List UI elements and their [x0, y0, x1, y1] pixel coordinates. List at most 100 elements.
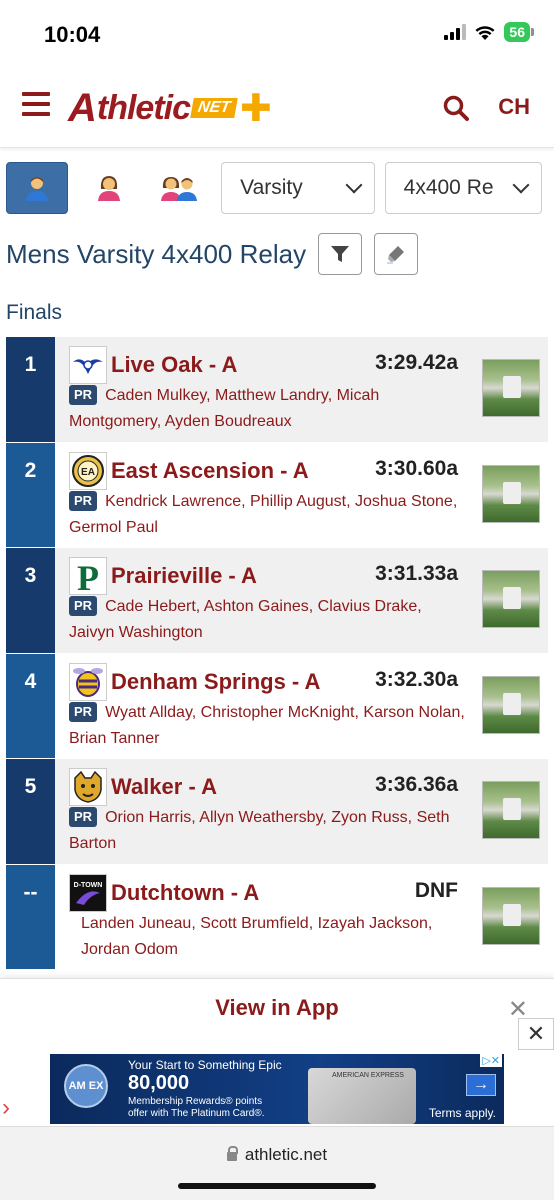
- runners-list: PR Caden Mulkey, Matthew Landry, Micah Mo…: [69, 383, 548, 435]
- pr-badge: PR: [69, 807, 98, 827]
- result-row[interactable]: 4 Denham Springs - A 3:32.30a PR Wyatt Al…: [6, 653, 548, 759]
- team-name-link[interactable]: East Ascension - A: [111, 458, 309, 484]
- lock-icon: [226, 1146, 238, 1161]
- female-person-icon: [97, 176, 120, 201]
- pr-badge: PR: [69, 385, 98, 405]
- ad-chevron-icon: ›: [2, 1094, 10, 1121]
- arrow-right-icon[interactable]: →: [466, 1074, 496, 1096]
- runner-names[interactable]: Kendrick Lawrence, Phillip August, Joshu…: [69, 493, 457, 536]
- browser-address-bar: athletic.net: [0, 1126, 554, 1200]
- advertisement[interactable]: AM EX Your Start to Something Epic 80,00…: [50, 1054, 504, 1124]
- result-mark: 3:29.42a: [375, 351, 458, 374]
- url-field[interactable]: athletic.net: [0, 1145, 554, 1165]
- athletic-net-logo[interactable]: A thletic NET ✚: [68, 84, 272, 132]
- filter-bar: Varsity 4x400 Re: [6, 162, 542, 214]
- yellow-jacket-mascot-icon: [69, 662, 107, 701]
- highlight-button[interactable]: [374, 233, 419, 275]
- ad-terms: Terms apply.: [428, 1106, 496, 1120]
- logo-net-badge: NET: [190, 98, 238, 118]
- runners-list: Landen Juneau, Scott Brumfield, Izayah J…: [69, 911, 548, 963]
- wildcat-mascot-icon: [69, 768, 107, 806]
- race-photo-thumbnail[interactable]: [482, 464, 540, 523]
- status-bar: 10:04 56: [0, 0, 554, 68]
- search-icon[interactable]: [442, 94, 470, 122]
- view-in-app-link[interactable]: View in App: [0, 995, 554, 1021]
- team-logo-icon: P: [69, 557, 107, 595]
- team-logo-icon: EA: [69, 451, 107, 490]
- page-title: Mens Varsity 4x400 Relay: [6, 238, 307, 269]
- level-select-value: Varsity: [240, 176, 303, 199]
- plus-icon: ✚: [240, 87, 272, 130]
- ad-body-line: Membership Rewards® points: [128, 1096, 263, 1107]
- title-row: Mens Varsity 4x400 Relay: [6, 232, 544, 276]
- pr-badge: PR: [69, 701, 98, 722]
- amex-logo: AM EX: [64, 1064, 108, 1108]
- result-row[interactable]: -- D-TOWN Dutchtown - A DNF Landen Junea…: [6, 864, 548, 970]
- runner-names[interactable]: Caden Mulkey, Matthew Landry, Micah Mont…: [69, 387, 379, 430]
- battery-icon: 56: [504, 22, 534, 42]
- svg-text:D-TOWN: D-TOWN: [74, 882, 103, 889]
- team-name-link[interactable]: Walker - A: [111, 774, 217, 800]
- team-name-link[interactable]: Dutchtown - A: [111, 880, 259, 906]
- result-mark: 3:36.36a: [375, 773, 458, 796]
- team-name-link[interactable]: Live Oak - A: [111, 352, 237, 378]
- section-heading: Finals: [6, 301, 63, 324]
- menu-icon[interactable]: [22, 92, 50, 116]
- event-select[interactable]: 4x400 Re: [384, 162, 542, 214]
- pr-badge: PR: [69, 596, 98, 616]
- ad-body: Membership Rewards® points offer with Th…: [128, 1096, 265, 1120]
- marker-icon: [387, 246, 405, 264]
- runner-names[interactable]: Wyatt Allday, Christopher McKnight, Kars…: [69, 704, 465, 747]
- result-row[interactable]: 3 P Prairieville - A 3:31.33a PR Cade Heb…: [6, 548, 548, 654]
- result-mark: DNF: [414, 878, 458, 902]
- result-mark: 3:31.33a: [375, 562, 458, 585]
- result-row[interactable]: 5 Walker - A 3:36.36a PR Orion Harris, Al…: [6, 759, 548, 865]
- people-icon: [161, 177, 198, 201]
- adchoices-icon[interactable]: ▷✕: [480, 1054, 502, 1067]
- team-name-link[interactable]: Prairieville - A: [111, 563, 257, 589]
- view-in-app-banner: View in App ✕: [0, 978, 554, 1044]
- mens-filter-button[interactable]: [6, 162, 68, 214]
- runner-names[interactable]: Orion Harris, Allyn Weathersby, Zyon Rus…: [69, 809, 449, 852]
- runners-list: PR Wyatt Allday, Christopher McKnight, Ka…: [69, 700, 548, 752]
- level-select[interactable]: Varsity: [221, 162, 375, 214]
- race-photo-thumbnail[interactable]: [482, 675, 540, 734]
- results-list: 1 Live Oak - A 3:29.42a PR Caden Mulkey, …: [6, 337, 548, 970]
- result-row[interactable]: 1 Live Oak - A 3:29.42a PR Caden Mulkey, …: [6, 337, 548, 443]
- pr-badge: PR: [69, 490, 98, 511]
- race-photo-thumbnail[interactable]: [482, 570, 540, 628]
- place-number: 4: [6, 653, 55, 758]
- runners-list: PR Kendrick Lawrence, Phillip August, Jos…: [69, 489, 548, 541]
- runners-list: PR Orion Harris, Allyn Weathersby, Zyon R…: [69, 805, 548, 857]
- race-photo-thumbnail[interactable]: [482, 886, 540, 945]
- place-number: --: [6, 864, 55, 969]
- wifi-icon: [475, 25, 495, 40]
- chevron-down-icon: [512, 176, 530, 194]
- profile-button[interactable]: CH: [498, 94, 530, 120]
- runner-names[interactable]: Cade Hebert, Ashton Gaines, Clavius Drak…: [69, 598, 422, 641]
- race-photo-thumbnail[interactable]: [482, 359, 540, 417]
- male-person-icon: [25, 177, 48, 201]
- team-logo-icon: D-TOWN: [69, 873, 107, 912]
- ad-close-icon[interactable]: ✕: [518, 1018, 554, 1050]
- logo-wordmark: thletic: [96, 88, 191, 127]
- team-name-link[interactable]: Denham Springs - A: [111, 669, 320, 695]
- runner-names[interactable]: Landen Juneau, Scott Brumfield, Izayah J…: [81, 915, 432, 958]
- clock: 10:04: [44, 22, 101, 47]
- status-icons: 56: [444, 22, 534, 42]
- site-header: A thletic NET ✚ CH: [0, 68, 554, 148]
- ad-headline: 80,000: [128, 1072, 190, 1094]
- chevron-down-icon: [345, 176, 363, 194]
- combined-filter-button[interactable]: [149, 162, 212, 214]
- home-indicator[interactable]: [178, 1183, 376, 1189]
- card-brand-text: AMERICAN EXPRESS: [332, 1072, 404, 1079]
- runners-list: PR Cade Hebert, Ashton Gaines, Clavius Dr…: [69, 594, 548, 646]
- race-photo-thumbnail[interactable]: [482, 781, 540, 839]
- result-mark: 3:32.30a: [375, 667, 458, 691]
- result-row[interactable]: 2 EA East Ascension - A 3:30.60a PR Kendr…: [6, 442, 548, 548]
- filter-button[interactable]: [318, 233, 363, 275]
- womens-filter-button[interactable]: [77, 162, 140, 214]
- funnel-icon: [331, 246, 350, 262]
- event-select-value: 4x400 Re: [403, 176, 494, 199]
- credit-card-image: AMERICAN EXPRESS: [308, 1068, 416, 1124]
